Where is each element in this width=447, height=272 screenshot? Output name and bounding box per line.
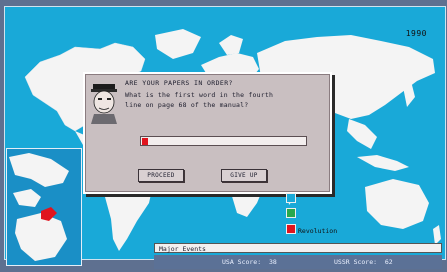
legend-swatch-neutral [286,193,296,203]
major-events-label: Major Events [159,245,206,253]
inspector-portrait-icon [91,84,117,124]
proceed-button[interactable]: PROCEED [138,169,184,182]
legend-swatch-revolution [286,224,296,234]
australia-region [365,179,429,229]
legend-label-revolution: Revolution [298,227,338,235]
answer-input[interactable] [140,136,307,146]
give-up-button[interactable]: GIVE UP [221,169,267,182]
usa-score: USA Score: 38 [222,255,277,269]
region-zoom-inset[interactable] [6,148,82,266]
dialog-title: ARE YOUR PAPERS IN ORDER? [125,79,233,87]
ussr-score-value: 62 [384,258,393,266]
new-zealand-region [433,225,441,245]
ussr-score-label: USSR Score: [334,258,378,266]
usa-score-value: 38 [268,258,277,266]
ussr-score: USSR Score: 62 [334,255,393,269]
scandinavia-region [219,35,243,55]
major-events-bar[interactable]: Major Events [154,243,442,253]
usa-score-label: USA Score: [222,258,262,266]
game-screen: 1990 ARE YOUR PAPERS IN ORDER? What is t… [0,0,447,272]
southeast-asia-region [347,119,377,149]
year-display: 1990 [405,29,427,38]
question-line-1: What is the first word in the fourth [125,91,274,99]
legend-swatch-green [286,208,296,218]
greenland-region [155,29,201,59]
inset-landmass-south [15,213,67,261]
inset-landmass-central [13,189,41,207]
question-line-2: line on page 68 of the manual? [125,101,249,109]
region-zoom-map [9,153,69,261]
score-bar: USA Score: 38 USSR Score: 62 [154,255,442,269]
text-cursor [142,138,148,145]
inset-landmass-north [9,153,69,187]
copy-protection-dialog: ARE YOUR PAPERS IN ORDER? What is the fi… [83,72,332,194]
indonesia-region [357,155,409,171]
